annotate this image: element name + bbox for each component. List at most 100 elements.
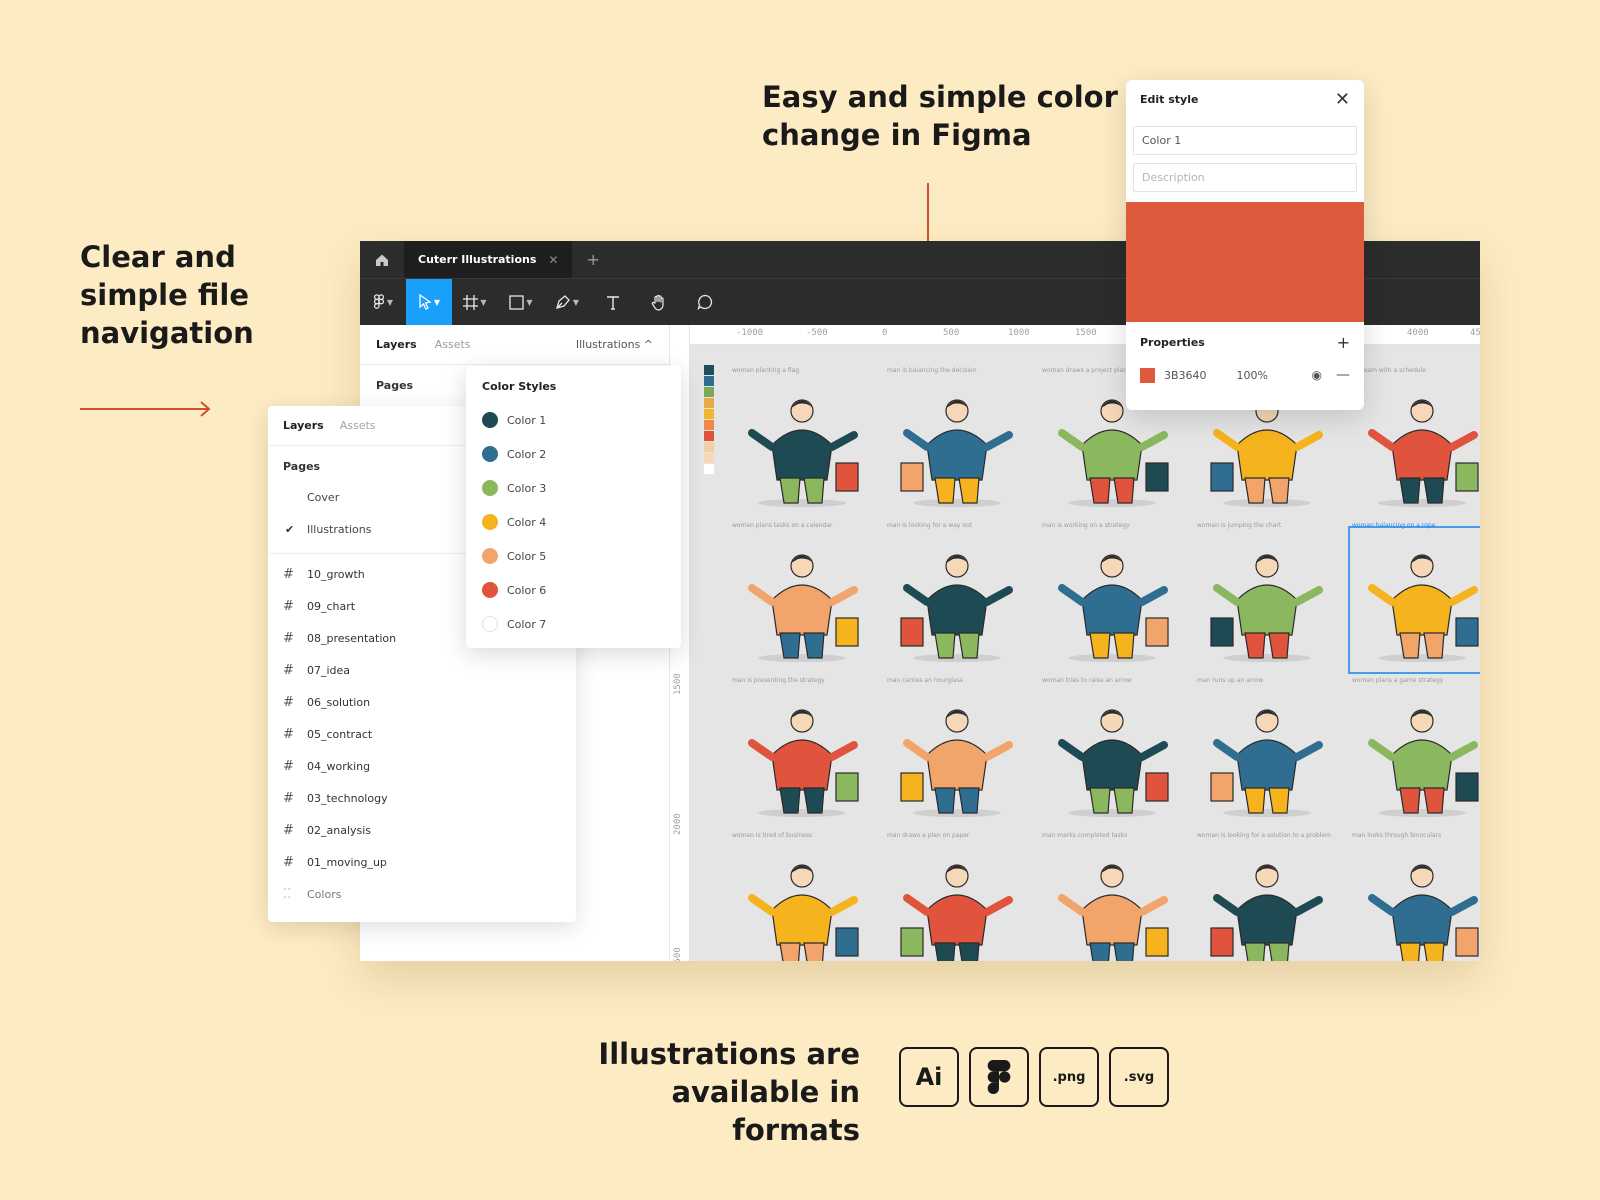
illustration-frame[interactable]: a dream with a schedule [1352, 367, 1480, 515]
color-style-label: Color 4 [507, 515, 547, 529]
canvas-swatch [704, 442, 714, 452]
canvas-swatch [704, 420, 714, 430]
comment-tool-icon[interactable] [682, 279, 728, 326]
frame-item[interactable]: #03_technology [268, 782, 576, 814]
fill-swatch[interactable] [1140, 367, 1155, 383]
frame-caption: woman is looking for a solution to a pro… [1197, 832, 1331, 839]
illustration-frame[interactable]: woman is tired of business [732, 832, 872, 961]
color-preview[interactable] [1126, 202, 1364, 322]
canvas-swatch [704, 398, 714, 408]
color-style-item[interactable]: Color 7 [482, 607, 665, 641]
illustration-frame[interactable]: man is looking for a way out [887, 522, 1027, 670]
png-format-icon: .png [1039, 1047, 1099, 1107]
character-illustration [900, 554, 1013, 662]
illustration-frame[interactable]: woman tries to raise an arrow [1042, 677, 1182, 825]
illustration-frame[interactable]: man is working on a strategy [1042, 522, 1182, 670]
fill-row[interactable]: 3B3640 100% ◉ — [1126, 362, 1364, 388]
illustration-frame[interactable]: man is balancing the decision [887, 367, 1027, 515]
frame-icon: # [283, 758, 294, 774]
pen-tool-icon[interactable]: ▼ [544, 279, 590, 326]
illustration-frame[interactable]: woman is jumping the chart [1197, 522, 1337, 670]
tab-layers[interactable]: Layers [283, 419, 324, 432]
color-styles-popup: Color Styles Color 1 Color 2 Color 3 Color … [466, 366, 681, 648]
frame-icon: # [283, 566, 294, 582]
color-style-item[interactable]: Color 2 [482, 437, 665, 471]
canvas-swatch [704, 464, 714, 474]
format-label: Ai [915, 1063, 943, 1091]
figma-format-icon [969, 1047, 1029, 1107]
eye-icon[interactable]: ◉ [1312, 368, 1322, 382]
tab-assets[interactable]: Assets [435, 338, 471, 351]
style-name-field[interactable]: Color 1 [1133, 126, 1357, 155]
file-tab[interactable]: Cuterr Illustrations ✕ [404, 241, 573, 278]
headline-line: Clear and [80, 240, 236, 274]
frame-icon: # [283, 694, 294, 710]
illustration-frame[interactable]: man is presenting the strategy [732, 677, 872, 825]
remove-fill-icon[interactable]: — [1336, 367, 1350, 383]
tab-assets[interactable]: Assets [340, 419, 376, 432]
color-swatch [482, 616, 498, 632]
illustration-frame[interactable]: woman planting a flag [732, 367, 872, 515]
color-style-item[interactable]: Color 1 [482, 403, 665, 437]
illustration-frame[interactable]: man looks through binoculars [1352, 832, 1480, 961]
rectangle-tool-icon[interactable]: ▼ [498, 279, 544, 326]
page-selector[interactable]: Illustrations ^ [576, 338, 653, 351]
color-swatch [482, 514, 498, 530]
ruler-tick: 4000 [1407, 328, 1429, 338]
new-tab-icon[interactable]: + [572, 250, 613, 269]
frame-caption: woman planting a flag [732, 367, 800, 374]
add-property-icon[interactable]: + [1337, 333, 1350, 352]
frame-icon: # [283, 726, 294, 742]
illustration-frame[interactable]: woman is looking for a solution to a pro… [1197, 832, 1337, 961]
dotted-frame-icon: ⁚⁚ [283, 886, 292, 902]
headline-line: simple file [80, 278, 249, 312]
headline-line: navigation [80, 316, 254, 350]
color-style-item[interactable]: Color 4 [482, 505, 665, 539]
frame-item-colors[interactable]: ⁚⁚ Colors [268, 878, 576, 910]
headline-line: available in formats [671, 1075, 860, 1147]
edit-style-panel: Edit style ✕ Color 1 Description Propert… [1126, 80, 1364, 410]
illustration-frame[interactable]: man carries an hourglass [887, 677, 1027, 825]
figma-menu-icon[interactable]: ▼ [360, 279, 406, 326]
text-tool-icon[interactable] [590, 279, 636, 326]
frame-icon: # [283, 854, 294, 870]
illustration-frame[interactable]: woman plans tasks on a calendar [732, 522, 872, 670]
color-style-item[interactable]: Color 3 [482, 471, 665, 505]
fill-hex[interactable]: 3B3640 [1164, 369, 1207, 382]
frame-item[interactable]: #01_moving_up [268, 846, 576, 878]
illustration-frame[interactable]: man draws a plan on paper [887, 832, 1027, 961]
frame-caption: man is balancing the decision [887, 367, 977, 374]
color-style-label: Color 3 [507, 481, 547, 495]
illustration-frame[interactable]: man runs up an arrow [1197, 677, 1337, 825]
illustration-frame[interactable]: woman balancing on a rope [1348, 522, 1480, 674]
frame-tool-icon[interactable]: ▼ [452, 279, 498, 326]
tab-layers[interactable]: Layers [376, 338, 417, 351]
color-style-item[interactable]: Color 6 [482, 573, 665, 607]
frame-label: 02_analysis [307, 823, 372, 837]
home-icon[interactable] [360, 241, 404, 278]
close-icon[interactable]: ✕ [1335, 89, 1350, 110]
frame-item[interactable]: #05_contract [268, 718, 576, 750]
illustration-frame[interactable]: woman plans a game strategy [1352, 677, 1480, 825]
hand-tool-icon[interactable] [636, 279, 682, 326]
color-style-item[interactable]: Color 5 [482, 539, 665, 573]
canvas[interactable]: woman planting a flag man is balancing th… [690, 345, 1480, 961]
frame-item[interactable]: #07_idea [268, 654, 576, 686]
frame-label: 08_presentation [307, 631, 397, 645]
fill-opacity[interactable]: 100% [1237, 369, 1268, 382]
illustration-frame[interactable]: man marks completed tasks [1042, 832, 1182, 961]
description-field[interactable]: Description [1133, 163, 1357, 192]
frame-item[interactable]: #06_solution [268, 686, 576, 718]
headline-line: Illustrations are [598, 1037, 860, 1071]
character-illustration [748, 709, 859, 817]
frame-item[interactable]: #04_working [268, 750, 576, 782]
close-tab-icon[interactable]: ✕ [548, 253, 558, 267]
character-illustration [748, 864, 859, 961]
color-style-label: Color 6 [507, 583, 547, 597]
frame-caption: man looks through binoculars [1352, 832, 1442, 839]
character-illustration [1058, 709, 1169, 817]
ruler-tick: -500 [806, 328, 828, 338]
canvas-swatch [704, 453, 714, 463]
frame-item[interactable]: #02_analysis [268, 814, 576, 846]
move-tool-icon[interactable]: ▼ [406, 278, 452, 326]
